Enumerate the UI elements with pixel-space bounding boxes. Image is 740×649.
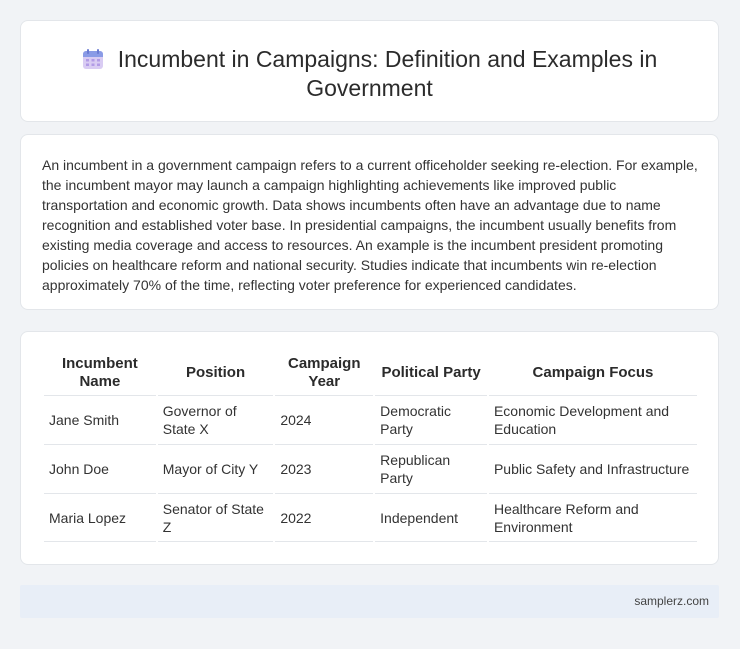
cell-focus: Healthcare Reform and Environment	[488, 493, 697, 542]
table-card: Incumbent Name Position Campaign Year Po…	[20, 331, 719, 565]
header-campaign-focus: Campaign Focus	[532, 363, 654, 381]
cell-year: 2024	[275, 395, 374, 444]
footer-site-link[interactable]: samplerz.com	[634, 594, 709, 608]
page-title-text: Incumbent in Campaigns: Definition and E…	[117, 46, 658, 101]
cell-party: Democratic Party	[375, 395, 487, 444]
description-text: An incumbent in a government campaign re…	[42, 157, 698, 293]
cell-name: Maria Lopez	[44, 493, 156, 542]
cell-name: Jane Smith	[44, 395, 156, 444]
title-card: Incumbent in Campaigns: Definition and E…	[20, 20, 719, 122]
cell-party: Republican Party	[375, 444, 487, 493]
calendar-icon	[82, 48, 104, 70]
table-row: Jane Smith Governor of State X 2024 Demo…	[44, 395, 697, 444]
header-position: Position	[185, 363, 246, 381]
header-political-party: Political Party	[381, 363, 481, 381]
footer: samplerz.com	[20, 585, 719, 618]
page-title: Incumbent in Campaigns: Definition and E…	[21, 45, 718, 103]
header-campaign-year: Campaign Year	[287, 354, 361, 390]
cell-position: Mayor of City Y	[157, 444, 274, 493]
cell-focus: Economic Development and Education	[488, 395, 697, 444]
table-row: John Doe Mayor of City Y 2023 Republican…	[44, 444, 697, 493]
cell-position: Governor of State X	[157, 395, 274, 444]
cell-year: 2023	[275, 444, 374, 493]
cell-position: Senator of State Z	[157, 493, 274, 542]
cell-name: John Doe	[44, 444, 156, 493]
header-incumbent-name: Incumbent Name	[61, 354, 138, 390]
cell-year: 2022	[275, 493, 374, 542]
table-row: Maria Lopez Senator of State Z 2022 Inde…	[44, 493, 697, 542]
table-header-row: Incumbent Name Position Campaign Year Po…	[44, 350, 697, 395]
cell-party: Independent	[375, 493, 487, 542]
incumbents-table: Incumbent Name Position Campaign Year Po…	[42, 350, 699, 542]
description-card: An incumbent in a government campaign re…	[20, 134, 719, 310]
cell-focus: Public Safety and Infrastructure	[488, 444, 697, 493]
